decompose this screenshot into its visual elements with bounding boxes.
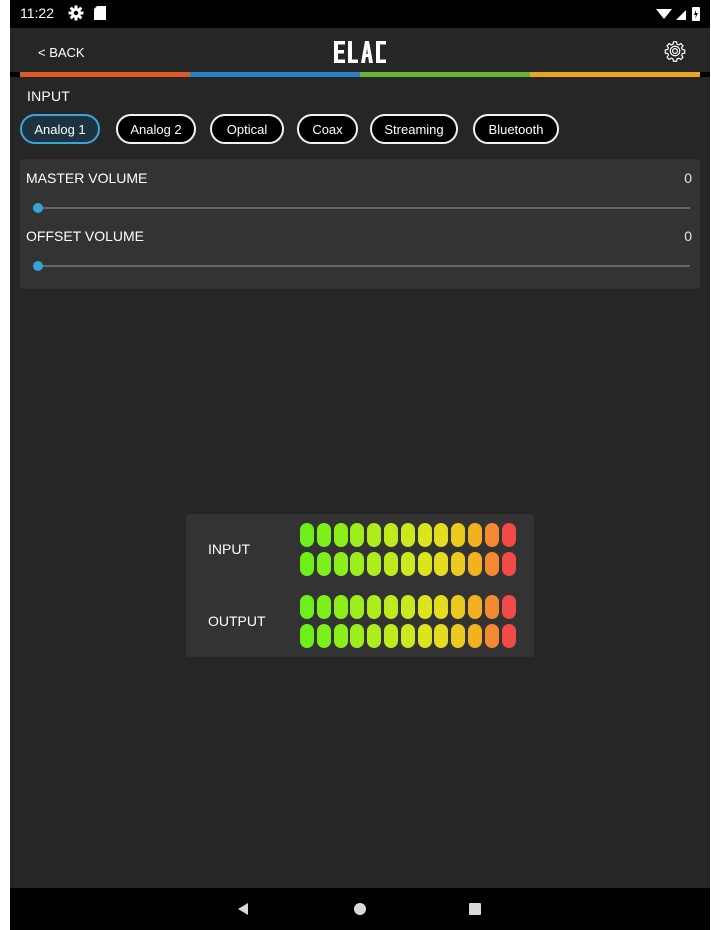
app-bar: < BACK	[10, 28, 710, 72]
back-button[interactable]: < BACK	[38, 45, 85, 60]
slider-track	[38, 207, 690, 209]
meter-segment	[417, 624, 432, 648]
offset-volume-value: 0	[684, 228, 692, 244]
input-meter-label: INPUT	[208, 541, 250, 557]
meter-segment	[300, 523, 314, 547]
meter-segment	[316, 552, 331, 576]
meter-segment	[468, 523, 482, 547]
master-volume-value: 0	[684, 170, 692, 186]
meter-segment	[367, 624, 382, 648]
volume-card: MASTER VOLUME 0 OFFSET VOLUME 0	[20, 159, 700, 289]
slider-track	[38, 265, 690, 267]
meter-segment	[484, 595, 499, 619]
meter-segment	[400, 523, 415, 547]
system-nav-bar	[10, 888, 710, 930]
master-volume-slider[interactable]	[33, 202, 690, 214]
home-circle-icon[interactable]	[354, 903, 366, 915]
meter-segment	[468, 552, 482, 576]
wifi-icon	[656, 9, 672, 19]
meter-segment	[384, 552, 398, 576]
input-option-analog-1[interactable]: Analog 1	[20, 114, 100, 144]
meter-segment	[468, 624, 482, 648]
input-option-streaming[interactable]: Streaming	[370, 114, 458, 144]
meter-segment	[384, 595, 398, 619]
meter-segment	[434, 523, 449, 547]
meter-segment	[468, 595, 482, 619]
meter-segment	[400, 624, 415, 648]
slider-thumb[interactable]	[33, 261, 43, 271]
meter-segment	[350, 624, 365, 648]
meter-segment	[333, 552, 348, 576]
input-option-bluetooth[interactable]: Bluetooth	[473, 114, 559, 144]
status-time: 11:22	[20, 5, 54, 21]
meter-segment	[434, 624, 449, 648]
meter-segment	[400, 595, 415, 619]
meter-segment	[451, 523, 466, 547]
meter-segment	[333, 624, 348, 648]
meter-segment	[333, 523, 348, 547]
signal-icon	[676, 10, 686, 20]
meter-segment	[501, 624, 516, 648]
meter-segment	[451, 552, 466, 576]
meter-segment	[484, 523, 499, 547]
input-option-analog-2[interactable]: Analog 2	[116, 114, 196, 144]
offset-volume-slider[interactable]	[33, 260, 690, 272]
meter-segment	[350, 552, 365, 576]
input-option-optical[interactable]: Optical	[210, 114, 284, 144]
slider-thumb[interactable]	[33, 203, 43, 213]
settings-gear-icon[interactable]	[664, 40, 686, 62]
meter-segment	[367, 595, 382, 619]
meter-segment	[316, 523, 331, 547]
meter-segment	[484, 624, 499, 648]
elac-logo	[334, 41, 386, 63]
recents-square-icon[interactable]	[469, 903, 481, 915]
input-meter-right	[300, 552, 524, 576]
meter-segment	[367, 552, 382, 576]
device-frame: 11:22 < BACK INPUT Analog 1 Analog 2 Opt…	[10, 0, 710, 930]
meter-segment	[300, 624, 314, 648]
sd-card-icon	[94, 6, 106, 20]
meter-segment	[384, 523, 398, 547]
master-volume-label: MASTER VOLUME	[26, 170, 148, 186]
meter-segment	[384, 624, 398, 648]
meter-segment	[434, 595, 449, 619]
input-meter-left	[300, 523, 524, 547]
meter-segment	[434, 552, 449, 576]
back-triangle-icon[interactable]	[236, 902, 250, 916]
system-status-icons	[656, 7, 700, 21]
meter-segment	[367, 523, 382, 547]
input-section-title: INPUT	[27, 88, 70, 104]
level-meter-card: INPUT OUTPUT	[186, 514, 534, 657]
output-meter-left	[300, 595, 524, 619]
status-bar: 11:22	[10, 0, 710, 28]
meter-segment	[484, 552, 499, 576]
input-option-coax[interactable]: Coax	[297, 114, 358, 144]
meter-segment	[451, 595, 466, 619]
meter-segment	[316, 595, 331, 619]
meter-segment	[350, 523, 365, 547]
offset-volume-label: OFFSET VOLUME	[26, 228, 144, 244]
meter-segment	[300, 552, 314, 576]
gear-icon	[68, 5, 84, 21]
output-meter-right	[300, 624, 524, 648]
meter-segment	[417, 552, 432, 576]
meter-segment	[333, 595, 348, 619]
meter-segment	[400, 552, 415, 576]
meter-segment	[501, 552, 516, 576]
meter-segment	[501, 595, 516, 619]
meter-segment	[451, 624, 466, 648]
meter-segment	[350, 595, 365, 619]
output-meter-label: OUTPUT	[208, 613, 266, 629]
meter-segment	[417, 523, 432, 547]
meter-segment	[501, 523, 516, 547]
meter-segment	[417, 595, 432, 619]
meter-segment	[300, 595, 314, 619]
meter-segment	[316, 624, 331, 648]
